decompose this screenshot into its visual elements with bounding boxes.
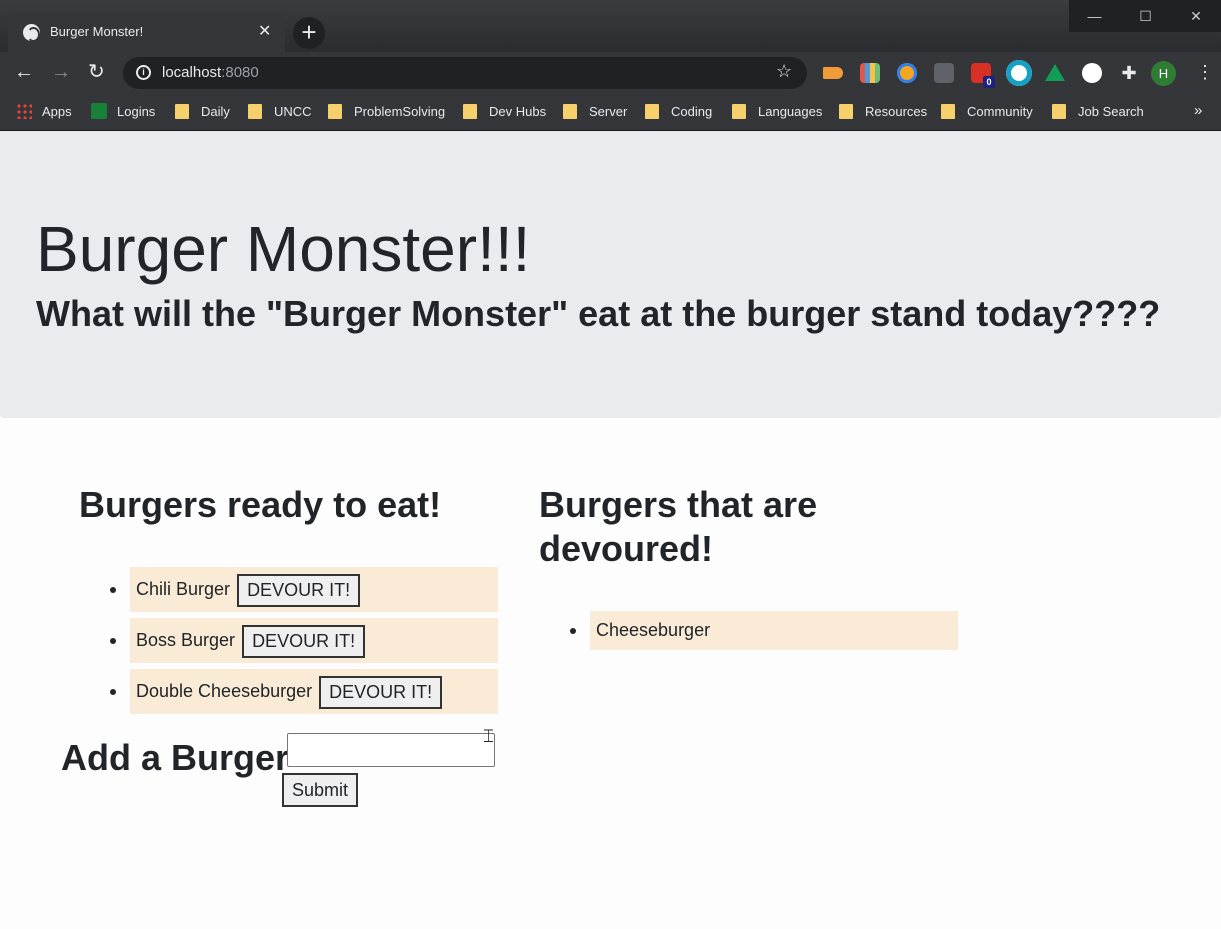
extension-books-icon[interactable]: [860, 63, 880, 83]
burger-name: Cheeseburger: [596, 620, 711, 640]
list-item: Boss Burger DEVOUR IT!: [110, 618, 498, 663]
list-item: Chili Burger DEVOUR IT!: [110, 567, 498, 612]
globe-icon: [23, 24, 40, 42]
bookmark-label: Community: [967, 104, 1033, 119]
apps-grid-icon: [16, 103, 32, 119]
bookmark-community[interactable]: Community: [941, 103, 1033, 121]
list-item: Cheeseburger: [570, 611, 958, 650]
devoured-burger-list: Cheeseburger: [570, 611, 958, 656]
bookmark-languages[interactable]: Languages: [732, 103, 822, 121]
page-title: Burger Monster!!!: [36, 213, 531, 285]
jumbotron: Burger Monster!!! What will the "Burger …: [0, 131, 1221, 418]
burger-name: Chili Burger: [136, 579, 231, 599]
burger-name: Double Cheeseburger: [136, 681, 313, 701]
page-subtitle: What will the "Burger Monster" eat at th…: [36, 293, 1161, 334]
extension-disabled-icon[interactable]: [934, 63, 954, 83]
browser-menu-icon[interactable]: ⋮: [1196, 61, 1214, 83]
ready-burger-list: Chili Burger DEVOUR IT! Boss Burger DEVO…: [110, 567, 498, 720]
devour-button[interactable]: DEVOUR IT!: [242, 624, 366, 658]
bookmark-logins[interactable]: Logins: [91, 103, 155, 121]
bookmark-dev-hubs[interactable]: Dev Hubs: [463, 103, 546, 121]
bookmark-label: Languages: [758, 104, 823, 119]
minimize-button[interactable]: —: [1069, 0, 1120, 32]
folder-icon: [175, 104, 189, 119]
tab-burger-monster[interactable]: Burger Monster! ✕: [8, 13, 285, 52]
bookmarks-overflow-icon[interactable]: »: [1194, 102, 1202, 119]
tab-strip: Burger Monster! ✕ + — ☐ ✕: [0, 0, 1221, 52]
url-host: localhost: [162, 64, 222, 81]
bookmark-label: Server: [589, 104, 628, 119]
reload-icon[interactable]: ↻: [88, 61, 105, 83]
bookmark-server[interactable]: Server: [563, 103, 627, 121]
bookmark-star-icon[interactable]: ☆: [776, 61, 792, 82]
url-port: :8080: [221, 64, 259, 81]
add-burger-label: Add a Burger: [61, 737, 290, 778]
forward-icon[interactable]: →: [51, 61, 71, 83]
close-window-button[interactable]: ✕: [1171, 0, 1221, 32]
devour-button[interactable]: DEVOUR IT!: [319, 675, 443, 709]
sheets-icon: [91, 103, 107, 119]
bookmark-coding[interactable]: Coding: [645, 103, 712, 121]
bookmark-label: Apps: [42, 104, 72, 119]
bookmark-job-search[interactable]: Job Search: [1052, 103, 1144, 121]
bookmark-label: UNCC: [274, 104, 312, 119]
url-text[interactable]: localhost:8080: [162, 64, 259, 81]
bookmark-label: Job Search: [1078, 104, 1144, 119]
close-tab-icon[interactable]: ✕: [258, 21, 271, 41]
bookmark-resources[interactable]: Resources: [839, 103, 927, 121]
burger-name-input[interactable]: [287, 733, 495, 767]
google-drive-icon[interactable]: [1045, 64, 1065, 81]
bookmark-label: Dev Hubs: [489, 104, 547, 119]
bookmark-label: ProblemSolving: [354, 104, 446, 119]
back-icon[interactable]: ←: [14, 61, 34, 83]
maximize-button[interactable]: ☐: [1120, 0, 1171, 32]
extension-badge-count: 0: [983, 76, 995, 88]
submit-button[interactable]: Submit: [282, 773, 358, 807]
extension-arrow-icon[interactable]: [823, 67, 843, 79]
devour-button[interactable]: DEVOUR IT!: [237, 573, 361, 607]
bookmark-label: Logins: [117, 104, 156, 119]
devoured-heading: Burgers that are devoured!: [539, 484, 818, 569]
new-tab-button[interactable]: +: [293, 17, 325, 49]
folder-icon: [941, 104, 955, 119]
folder-icon: [328, 104, 342, 119]
list-item: Double Cheeseburger DEVOUR IT!: [110, 669, 498, 714]
text-cursor-icon: ⌶: [483, 726, 494, 746]
bookmark-label: Resources: [865, 104, 928, 119]
bookmark-daily[interactable]: Daily: [175, 103, 230, 121]
profile-avatar[interactable]: H: [1151, 61, 1176, 86]
bookmarks-bar: Apps Logins Daily UNCC ProblemSolving De…: [0, 94, 1221, 131]
ready-heading: Burgers ready to eat!: [79, 484, 442, 525]
info-icon[interactable]: i: [136, 65, 151, 80]
folder-icon: [463, 104, 477, 119]
extension-compass-icon[interactable]: [897, 63, 917, 83]
folder-icon: [1052, 104, 1066, 119]
browser-toolbar: ← → ↻ i localhost:8080 ☆ 0 ✚ H ⋮: [0, 52, 1221, 94]
extensions-puzzle-icon[interactable]: ✚: [1119, 63, 1139, 83]
extension-circle-icon[interactable]: [1082, 63, 1102, 83]
folder-icon: [248, 104, 262, 119]
folder-icon: [645, 104, 659, 119]
folder-icon: [839, 104, 853, 119]
bookmark-label: Coding: [671, 104, 713, 119]
browser-chrome: Burger Monster! ✕ + — ☐ ✕ ← → ↻ i localh…: [0, 0, 1221, 131]
folder-icon: [563, 104, 577, 119]
bookmark-label: Daily: [201, 104, 230, 119]
burger-name: Boss Burger: [136, 630, 236, 650]
bookmark-problemsolving[interactable]: ProblemSolving: [328, 103, 445, 121]
bookmark-apps[interactable]: Apps: [16, 103, 72, 121]
grammarly-icon[interactable]: [1006, 60, 1032, 86]
bookmark-uncc[interactable]: UNCC: [248, 103, 312, 121]
address-bar[interactable]: i localhost:8080 ☆: [123, 57, 807, 89]
tab-title: Burger Monster!: [50, 24, 144, 39]
folder-icon: [732, 104, 746, 119]
